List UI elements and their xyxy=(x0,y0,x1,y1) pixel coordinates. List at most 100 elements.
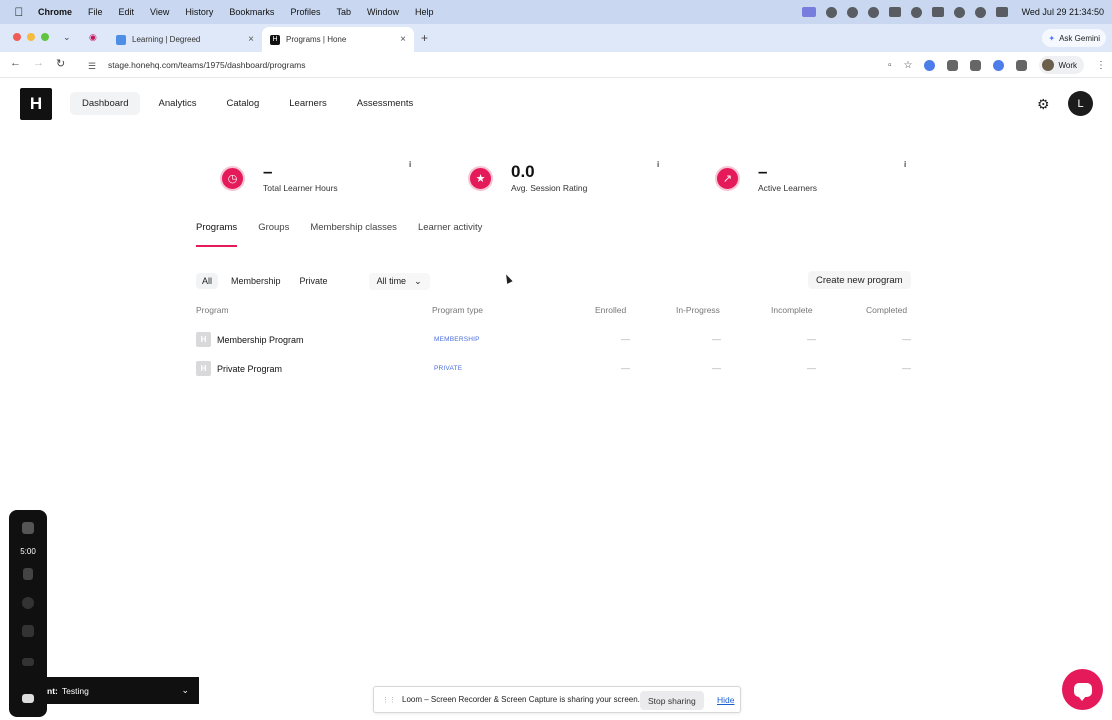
loom-source-selector[interactable]: nt: Testing ⌄ xyxy=(47,677,199,704)
chevron-down-icon: ⌄ xyxy=(181,685,189,695)
profile-button[interactable]: Work xyxy=(1039,56,1084,74)
status-icon[interactable] xyxy=(846,6,858,18)
incomplete-value: — xyxy=(807,363,816,373)
status-icon[interactable] xyxy=(910,6,922,18)
gear-icon[interactable]: ⚙ xyxy=(1037,96,1050,113)
nav-catalog[interactable]: Catalog xyxy=(215,92,272,115)
site-settings-icon[interactable]: ☰ xyxy=(88,61,98,71)
screen-record-icon[interactable] xyxy=(801,7,816,17)
tab-programs[interactable]: Programs xyxy=(196,222,238,247)
chat-support-button[interactable] xyxy=(1062,669,1103,710)
status-icon[interactable] xyxy=(825,6,837,18)
back-arrow-icon[interactable]: ← xyxy=(10,57,21,69)
table-row[interactable]: H Membership Program MEMBERSHIP — — — — xyxy=(196,328,914,354)
gemini-label: Ask Gemini xyxy=(1059,33,1100,43)
column-header-in-progress[interactable]: In-Progress xyxy=(676,305,720,315)
create-new-program-button[interactable]: Create new program xyxy=(808,271,911,289)
column-header-enrolled[interactable]: Enrolled xyxy=(595,305,626,315)
degreed-favicon-icon xyxy=(116,34,126,45)
info-icon[interactable]: i xyxy=(409,160,411,169)
program-name[interactable]: Membership Program xyxy=(217,335,304,345)
stat-avg-session-rating: ★ 0.0 Avg. Session Rating i xyxy=(468,160,678,200)
tab-learning-degreed[interactable]: Learning | Degreed × xyxy=(108,27,262,52)
column-header-program[interactable]: Program xyxy=(196,305,229,315)
restart-icon[interactable] xyxy=(22,597,34,609)
status-icon[interactable] xyxy=(888,7,901,17)
stat-active-learners: ↗ – Active Learners i xyxy=(715,160,925,200)
stop-sharing-button[interactable]: Stop sharing xyxy=(640,691,704,710)
pause-icon[interactable] xyxy=(23,568,33,580)
menu-history[interactable]: History xyxy=(185,7,213,17)
nav-analytics[interactable]: Analytics xyxy=(146,92,208,115)
status-icon[interactable] xyxy=(867,6,879,18)
new-tab-button[interactable]: + xyxy=(421,31,428,45)
menu-tab[interactable]: Tab xyxy=(336,7,351,17)
stat-value: – xyxy=(263,162,273,181)
puzzle-extensions-icon[interactable] xyxy=(1016,59,1028,71)
filter-all[interactable]: All xyxy=(196,273,219,289)
reload-icon[interactable]: ↻ xyxy=(56,57,65,70)
stat-label: Total Learner Hours xyxy=(263,183,338,193)
user-avatar[interactable]: L xyxy=(1068,91,1093,116)
close-icon[interactable]: × xyxy=(248,34,254,45)
menu-edit[interactable]: Edit xyxy=(119,7,135,17)
extension-icon[interactable] xyxy=(947,59,959,71)
tab-groups[interactable]: Groups xyxy=(258,222,289,247)
column-header-incomplete[interactable]: Incomplete xyxy=(771,305,813,315)
menu-help[interactable]: Help xyxy=(415,7,434,17)
time-range-dropdown[interactable]: All time ⌄ xyxy=(368,272,430,290)
program-name[interactable]: Private Program xyxy=(217,364,282,374)
menu-bookmarks[interactable]: Bookmarks xyxy=(229,7,274,17)
filter-membership[interactable]: Membership xyxy=(225,273,287,289)
tab-programs-hone[interactable]: H Programs | Hone × xyxy=(262,27,414,52)
menu-chrome[interactable]: Chrome xyxy=(38,7,72,17)
url-text: stage.honehq.com/teams/1975/dashboard/pr… xyxy=(108,60,306,70)
wifi-icon[interactable] xyxy=(953,6,965,18)
info-icon[interactable]: i xyxy=(904,160,906,169)
recording-icon[interactable]: ◉ xyxy=(89,32,97,43)
menubar-clock[interactable]: Wed Jul 29 21:34:50 xyxy=(1022,7,1104,17)
nav-dashboard[interactable]: Dashboard xyxy=(70,92,141,115)
close-icon[interactable]: × xyxy=(400,34,406,45)
stop-recording-icon[interactable] xyxy=(22,522,34,534)
battery-icon[interactable] xyxy=(931,7,944,17)
tab-search-chevron-icon[interactable]: ⌄ xyxy=(63,32,71,43)
menu-file[interactable]: File xyxy=(88,7,103,17)
extension-icon[interactable] xyxy=(970,59,982,71)
tab-learner-activity[interactable]: Learner activity xyxy=(418,222,482,247)
tab-membership-classes[interactable]: Membership classes xyxy=(310,222,397,247)
maximize-window-icon[interactable] xyxy=(41,33,49,41)
share-message: Loom – Screen Recorder & Screen Capture … xyxy=(402,695,640,704)
trash-icon[interactable] xyxy=(22,625,34,637)
nav-assessments[interactable]: Assessments xyxy=(345,92,426,115)
tab-title: Learning | Degreed xyxy=(132,35,201,44)
control-center-icon[interactable] xyxy=(995,7,1008,17)
nav-learners[interactable]: Learners xyxy=(277,92,339,115)
star-icon: ★ xyxy=(468,166,493,191)
hone-logo[interactable]: H xyxy=(20,88,52,120)
ask-gemini-button[interactable]: ✦ Ask Gemini xyxy=(1042,29,1106,47)
column-header-completed[interactable]: Completed xyxy=(866,305,907,315)
more-menu-icon[interactable]: ⋮ xyxy=(1096,60,1106,71)
hide-link[interactable]: Hide xyxy=(717,695,734,705)
close-window-icon[interactable] xyxy=(13,33,21,41)
column-header-program-type[interactable]: Program type xyxy=(432,305,483,315)
draw-icon[interactable] xyxy=(22,658,34,666)
camera-icon[interactable] xyxy=(22,694,34,703)
drag-handle-icon[interactable]: ⋮⋮ xyxy=(382,696,396,704)
bookmark-star-icon[interactable]: ☆ xyxy=(904,60,913,71)
spotlight-icon[interactable] xyxy=(974,6,986,18)
forward-arrow-icon[interactable]: → xyxy=(33,57,44,69)
table-row[interactable]: H Private Program PRIVATE — — — — xyxy=(196,357,914,383)
minimize-window-icon[interactable] xyxy=(27,33,35,41)
filter-private[interactable]: Private xyxy=(294,273,334,289)
document-icon[interactable]: ▫ xyxy=(888,60,892,71)
apple-logo-icon[interactable]:  xyxy=(11,4,27,20)
info-icon[interactable]: i xyxy=(657,160,659,169)
menu-window[interactable]: Window xyxy=(367,7,399,17)
menu-profiles[interactable]: Profiles xyxy=(290,7,320,17)
extension-icon[interactable] xyxy=(993,59,1005,71)
address-bar[interactable]: ☰ stage.honehq.com/teams/1975/dashboard/… xyxy=(80,55,900,75)
extension-icon[interactable] xyxy=(924,59,936,71)
menu-view[interactable]: View xyxy=(150,7,169,17)
